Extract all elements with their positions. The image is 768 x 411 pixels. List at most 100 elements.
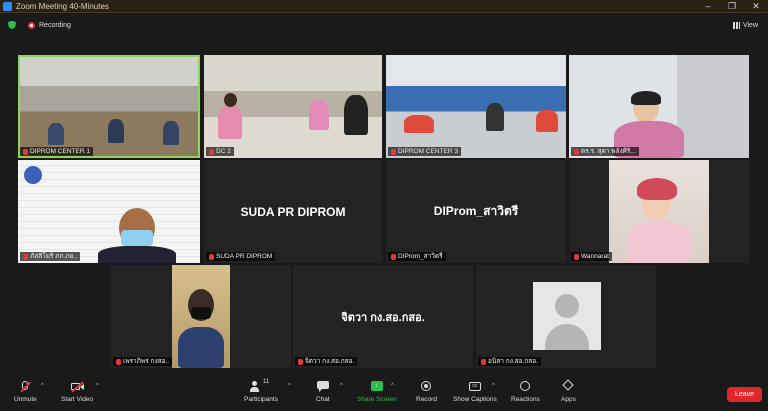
chat-icon — [316, 381, 329, 392]
participant-figure — [309, 100, 329, 130]
participant-figure — [218, 105, 242, 139]
video-tile-2[interactable]: DC 2 — [204, 55, 382, 158]
participant-figure — [163, 121, 179, 145]
video-tile-4[interactable]: ดร.ร. สุดา พลังศิริ... — [569, 55, 749, 158]
mic-off-icon — [209, 253, 214, 260]
video-tile-3[interactable]: DIPROM CENTER 3 — [386, 55, 566, 158]
close-icon[interactable]: ✕ — [744, 1, 768, 12]
mic-off-icon — [391, 253, 396, 260]
video-tile-9[interactable]: เพราภิพร กงสอ.. — [111, 265, 291, 368]
chat-options-caret[interactable]: ^ — [340, 383, 343, 389]
video-tile-5[interactable]: ภัสสิโมริ ภก.ภย.. — [18, 160, 200, 263]
participants-options-caret[interactable]: ^ — [288, 383, 291, 389]
minimize-icon[interactable]: – — [696, 1, 720, 12]
mic-off-icon — [574, 148, 579, 155]
avatar-body — [545, 324, 589, 350]
mic-off-icon — [391, 148, 396, 155]
record-icon — [420, 381, 432, 392]
show-captions-button[interactable]: cc Show Captions — [453, 381, 497, 403]
unmute-button[interactable]: Unmute — [14, 381, 37, 403]
mic-off-icon — [23, 148, 28, 155]
video-tile-6[interactable]: SUDA PR DIPROM SUDA PR DIPROM — [204, 160, 382, 263]
participant-video — [172, 265, 230, 368]
video-options-caret[interactable]: ^ — [96, 383, 99, 389]
tile-name-label: ดร.ร. สุดา พลังศิริ... — [571, 147, 639, 156]
video-tile-8[interactable]: Wannarat — [569, 160, 749, 263]
tile-name-label: เพราภิพร กงสอ.. — [113, 357, 173, 366]
video-tile-7[interactable]: DIProm_สาวิตรี DIProm_สาวิตรี — [386, 160, 566, 263]
start-video-button[interactable]: Start Video — [61, 381, 93, 403]
participant-figure — [108, 119, 124, 143]
tile-name-label: จิตวา กง.สอ.กสอ. — [295, 357, 358, 366]
tile-name-label: SUDA PR DIPROM — [206, 252, 276, 261]
avatar-head — [555, 294, 579, 318]
red-chair — [404, 115, 434, 133]
participant-hair — [637, 178, 677, 200]
shield-icon[interactable] — [8, 20, 16, 30]
window-controls: – ❐ ✕ — [696, 1, 768, 12]
mic-off-icon — [481, 358, 486, 365]
tile-name-label: Wannarat — [571, 252, 612, 261]
smiley-icon — [519, 381, 531, 392]
captions-options-caret[interactable]: ^ — [492, 383, 495, 389]
participant-display-name: จิตวา กง.สอ.กสอ. — [341, 311, 425, 324]
participant-figure — [344, 95, 368, 135]
tile-name-label: DIProm_สาวิตรี — [388, 252, 446, 261]
participant-hair — [631, 91, 661, 105]
recording-indicator[interactable]: Recording — [28, 21, 71, 29]
window-title: Zoom Meeting 40-Minutes — [16, 1, 109, 11]
mic-off-icon — [23, 253, 28, 260]
record-button[interactable]: Record — [416, 381, 437, 403]
video-off-icon — [71, 381, 85, 393]
face-mask — [191, 307, 211, 319]
logo-icon — [24, 166, 42, 184]
face-mask — [121, 230, 153, 246]
red-chair — [536, 110, 558, 132]
apps-button[interactable]: Apps — [561, 379, 576, 403]
chat-button[interactable]: Chat — [316, 381, 330, 403]
video-tile-11[interactable]: อนิสา กง.สอ.กสอ. — [476, 265, 656, 368]
reactions-button[interactable]: Reactions — [511, 381, 540, 403]
participants-icon: 11 — [248, 379, 274, 392]
tile-name-label: DIPROM CENTER 1 — [20, 147, 93, 156]
captions-icon: cc — [468, 381, 481, 392]
tile-name-label: ภัสสิโมริ ภก.ภย.. — [20, 252, 81, 261]
apps-icon — [562, 379, 575, 392]
participant-head — [224, 93, 237, 107]
participant-figure — [178, 327, 224, 368]
share-options-caret[interactable]: ^ — [391, 383, 394, 389]
share-screen-icon: ↑ — [370, 381, 383, 392]
mic-off-icon — [574, 253, 579, 260]
grid-icon — [732, 21, 740, 29]
view-button[interactable]: View — [732, 21, 758, 29]
participants-button[interactable]: 11 Participants — [244, 379, 278, 403]
tile-name-label: DC 2 — [206, 147, 234, 156]
participants-count: 11 — [262, 379, 270, 385]
video-tile-10[interactable]: จิตวา กง.สอ.กสอ. จิตวา กง.สอ.กสอ. — [293, 265, 473, 368]
record-dot-icon — [28, 21, 35, 29]
video-tile-1[interactable]: DIPROM CENTER 1 — [18, 55, 200, 158]
participant-figure — [627, 222, 691, 263]
participant-display-name: SUDA PR DIPROM — [240, 204, 346, 219]
mic-off-icon — [209, 148, 214, 155]
window-titlebar: Zoom Meeting 40-Minutes – ❐ ✕ — [0, 0, 768, 13]
participant-figure — [98, 246, 176, 263]
maximize-icon[interactable]: ❐ — [720, 1, 744, 12]
recording-label: Recording — [39, 21, 71, 29]
audio-options-caret[interactable]: ^ — [41, 383, 44, 389]
mic-muted-icon — [19, 381, 32, 392]
mic-off-icon — [298, 358, 303, 365]
meeting-info-bar: Recording View — [0, 14, 768, 36]
mic-off-icon — [116, 358, 121, 365]
participant-figure — [48, 123, 64, 145]
tile-name-label: DIPROM CENTER 3 — [388, 147, 461, 156]
participant-figure — [486, 103, 504, 131]
tile-name-label: อนิสา กง.สอ.กสอ. — [478, 357, 541, 366]
participant-video — [609, 160, 709, 263]
meeting-toolbar: Unmute ^ Start Video ^ 11 Participants ^… — [0, 375, 768, 411]
participant-display-name: DIProm_สาวิตรี — [433, 204, 519, 218]
leave-button[interactable]: Leave — [727, 387, 762, 402]
view-label: View — [742, 21, 758, 29]
zoom-app-icon — [3, 1, 12, 11]
avatar — [533, 282, 601, 350]
